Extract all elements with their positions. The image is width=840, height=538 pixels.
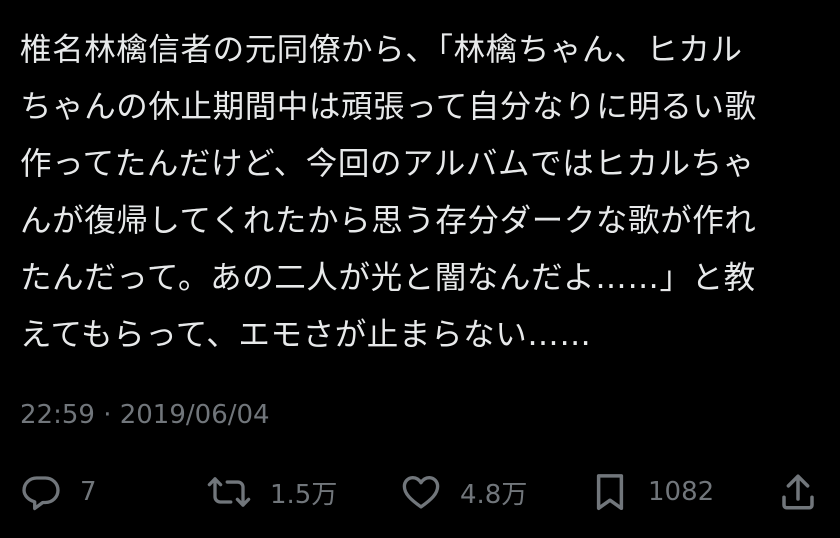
reply-button[interactable]: 7 [20,470,97,514]
retweet-count: 1.5万 [270,479,338,510]
tweet-actions-bar: 7 1.5万 4.8万 1082 [0,470,840,514]
tweet-text: 椎名林檎信者の元同僚から、「林檎ちゃん、ヒカル ちゃんの休止期間中は頑張って自分… [20,22,825,364]
bookmark-button[interactable]: 1082 [590,470,714,514]
heart-icon [400,471,442,513]
retweet-icon [206,471,252,513]
retweet-button[interactable]: 1.5万 [206,470,337,514]
reply-icon [20,471,62,513]
bookmark-icon [590,471,630,513]
tweet-text-line: 椎名林檎信者の元同僚から、「林檎ちゃん、ヒカル [20,32,743,68]
share-icon [778,471,818,513]
share-button[interactable] [778,470,818,514]
tweet-text-line: んが復帰してくれたから思う存分ダークな歌が作れ [20,203,757,239]
tweet-text-line: 作ってたんだけど、今回のアルバムではヒカルちゃ [20,146,755,182]
tweet-text-line: えてもらって、エモさが止まらない…… [20,317,592,353]
reply-count: 7 [80,477,97,507]
tweet-text-line: たんだって。あの二人が光と闇なんだよ……」と教 [20,260,756,296]
tweet-timestamp[interactable]: 22:59 · 2019/06/04 [20,395,270,435]
tweet-text-line: ちゃんの休止期間中は頑張って自分なりに明るい歌 [20,89,757,125]
like-count: 4.8万 [460,479,528,510]
bookmark-count: 1082 [648,477,715,507]
like-button[interactable]: 4.8万 [400,470,527,514]
